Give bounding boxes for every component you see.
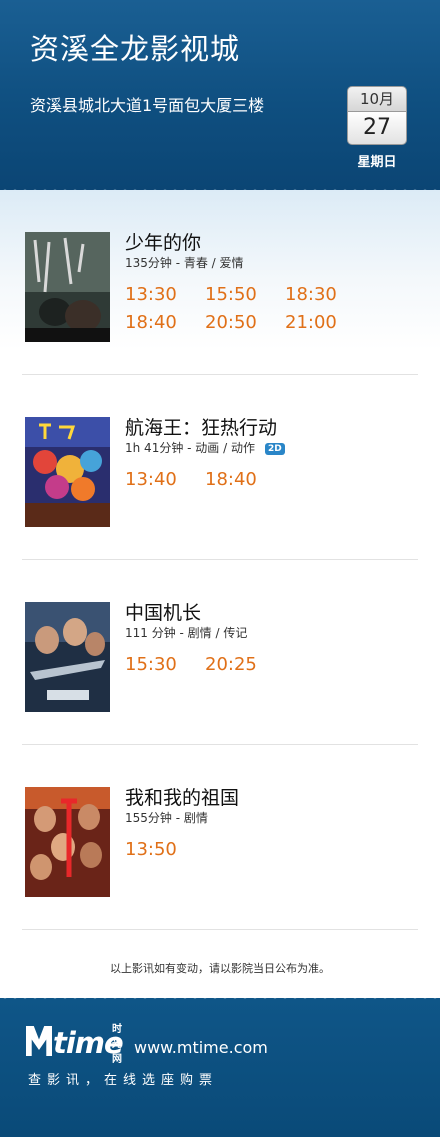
showtime[interactable]: 13:40 [125,469,205,497]
movie-item[interactable]: 航海王：狂热行动 1h 41分钟 - 动画 / 动作 2D 13:40 18:40 [0,375,440,560]
calendar-month: 10月 [347,86,407,112]
footer: time 时光网 www.mtime.com 查影讯，在线选座购票 [0,994,440,1137]
showtimes: 15:30 20:25 [125,654,425,682]
movie-poster[interactable] [25,787,110,897]
movie-item[interactable]: 少年的你 135分钟 - 青春 / 爱情 13:30 15:50 18:30 18:4… [0,190,440,375]
showtime[interactable]: 18:40 [205,469,285,497]
movie-item[interactable]: 我和我的祖国 155分钟 - 剧情 13:50 [0,745,440,930]
divider [22,929,418,930]
showtime[interactable]: 21:00 [285,312,365,340]
movie-item[interactable]: 中国机长 111 分钟 - 剧情 / 传记 15:30 20:25 [0,560,440,745]
movie-poster[interactable] [25,232,110,342]
showtimes: 13:50 [125,839,425,867]
movie-title[interactable]: 航海王：狂热行动 [125,413,277,440]
scallop-edge [0,994,440,1002]
movie-title[interactable]: 少年的你 [125,228,201,255]
format-2d-badge: 2D [264,442,285,455]
slogan: 查影讯，在线选座购票 [28,1073,219,1088]
movie-poster[interactable] [25,602,110,712]
showtime[interactable]: 15:50 [205,284,285,312]
showtimes: 13:40 18:40 [125,469,425,497]
movie-meta-text: 1h 41分钟 - 动画 / 动作 [125,441,255,455]
movie-title[interactable]: 我和我的祖国 [125,783,239,810]
notice-text: 以上影讯如有变动，请以影院当日公布为准。 [110,962,330,975]
movie-meta: 155分钟 - 剧情 [125,811,208,825]
movie-meta: 135分钟 - 青春 / 爱情 [125,256,244,270]
showtime[interactable]: 13:30 [125,284,205,312]
movie-poster[interactable] [25,417,110,527]
cinema-address: 资溪县城北大道1号面包大厦三楼 [30,96,265,115]
movie-title[interactable]: 中国机长 [125,598,201,625]
movie-list: 少年的你 135分钟 - 青春 / 爱情 13:30 15:50 18:30 18:4… [0,190,440,998]
site-url[interactable]: www.mtime.com [134,1038,268,1057]
calendar-day: 27 [347,112,407,145]
movie-meta: 111 分钟 - 剧情 / 传记 [125,626,248,640]
showtime[interactable]: 15:30 [125,654,205,682]
showtime-page: 资溪全龙影视城 资溪县城北大道1号面包大厦三楼 10月 27 星期日 少年的你 [0,0,440,1137]
header: 资溪全龙影视城 资溪县城北大道1号面包大厦三楼 10月 27 星期日 [0,0,440,194]
calendar-weekday: 星期日 [357,155,397,170]
movie-meta: 1h 41分钟 - 动画 / 动作 2D [125,439,285,456]
showtime[interactable]: 20:25 [205,654,285,682]
showtime[interactable]: 18:30 [285,284,365,312]
logo-cn: 时光网 [112,1024,122,1065]
showtime[interactable]: 18:40 [125,312,205,340]
showtime[interactable]: 20:50 [205,312,285,340]
m-logo-icon [26,1026,52,1056]
date-calendar: 10月 27 星期日 [347,86,407,170]
cinema-name: 资溪全龙影视城 [30,32,241,66]
showtimes: 13:30 15:50 18:30 18:40 20:50 21:00 [125,284,425,340]
showtime[interactable]: 13:50 [125,839,205,867]
